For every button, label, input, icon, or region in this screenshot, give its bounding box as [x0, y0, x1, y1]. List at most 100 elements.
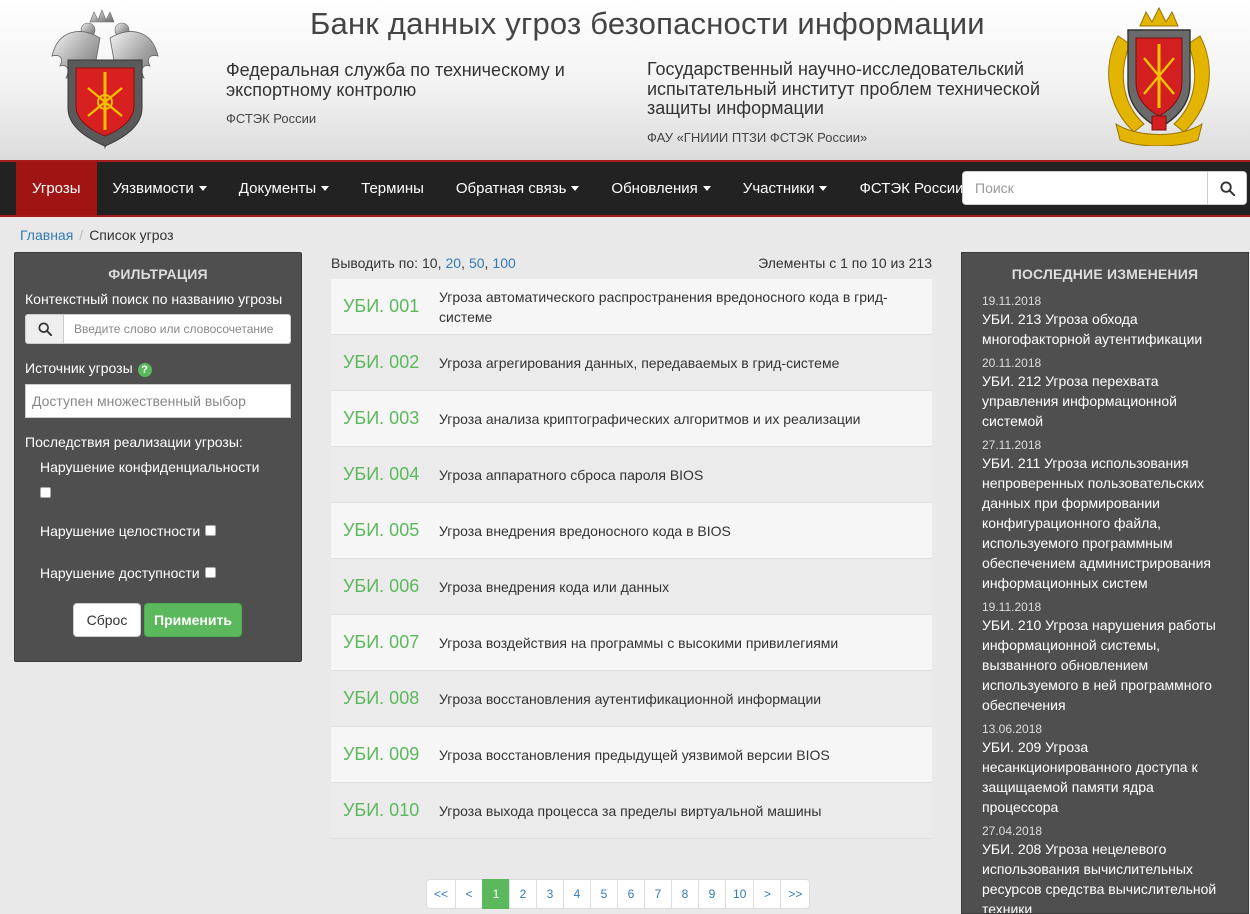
- change-date: 20.11.2018: [982, 356, 1042, 370]
- threat-id-link[interactable]: УБИ. 005: [331, 520, 439, 541]
- per-page-comma: ,: [461, 255, 465, 271]
- page-button[interactable]: >>: [780, 879, 811, 909]
- context-search-label: Контекстный поиск по названию угрозы: [25, 291, 283, 307]
- threat-row[interactable]: УБИ. 001 Угроза автоматического распростр…: [331, 279, 932, 335]
- fstek-short-name: ФСТЭК России: [226, 111, 317, 126]
- integrity-checkbox[interactable]: [205, 525, 216, 536]
- availability-checkbox-label[interactable]: Нарушение доступности: [40, 565, 200, 581]
- threat-row[interactable]: УБИ. 003 Угроза анализа криптографических…: [331, 391, 932, 447]
- nav-list: Угрозы Уязвимости Документы Термины Обратная…: [16, 162, 980, 215]
- filter-panel-title: ФИЛЬТРАЦИЯ: [108, 266, 208, 282]
- threat-id-link[interactable]: УБИ. 009: [331, 744, 439, 765]
- integrity-checkbox-label[interactable]: Нарушение целостности: [40, 523, 200, 539]
- change-date: 19.11.2018: [982, 294, 1042, 308]
- change-date: 13.06.2018: [982, 722, 1043, 736]
- page-button[interactable]: 8: [671, 879, 700, 909]
- nav-item-label: Участники: [742, 180, 815, 197]
- recent-changes-title: ПОСЛЕДНИЕ ИЗМЕНЕНИЯ: [1011, 266, 1199, 282]
- threat-name: Угроза выхода процесса за пределы виртуа…: [439, 802, 822, 819]
- threat-row[interactable]: УБИ. 008 Угроза восстановления аутентифик…: [331, 671, 932, 727]
- threat-id-link[interactable]: УБИ. 001: [331, 296, 439, 317]
- nav-item-7[interactable]: ФСТЭК России: [843, 162, 979, 215]
- change-link[interactable]: УБИ. 212 Угроза перехвата управления инф…: [982, 371, 1232, 431]
- items-count: Элементы с 1 по 10 из 213: [758, 255, 932, 271]
- nav-item-label: Документы: [238, 180, 317, 197]
- nav-item-5[interactable]: Обновления: [595, 162, 726, 215]
- per-page-option-50[interactable]: 50: [469, 255, 485, 271]
- page-button[interactable]: 2: [509, 879, 538, 909]
- nav-search-input[interactable]: [962, 171, 1208, 205]
- confidentiality-checkbox-label[interactable]: Нарушение конфиденциальности: [40, 459, 259, 475]
- breadcrumb: Главная / Список угроз: [20, 227, 174, 243]
- threat-name: Угроза внедрения вредоносного кода в BIO…: [439, 522, 731, 539]
- threat-name: Угроза внедрения кода или данных: [439, 578, 670, 595]
- threat-row[interactable]: УБИ. 006 Угроза внедрения кода или данных: [331, 559, 932, 615]
- nav-item-6[interactable]: Участники: [727, 162, 844, 215]
- page-button[interactable]: <<: [426, 879, 457, 909]
- page-button[interactable]: 10: [725, 879, 755, 909]
- nav-item-2[interactable]: Документы: [223, 162, 345, 215]
- change-entry: 13.06.2018 УБИ. 209 Угроза несанкциониров…: [982, 721, 1232, 817]
- threat-id-link[interactable]: УБИ. 003: [331, 408, 439, 429]
- threat-row[interactable]: УБИ. 005 Угроза внедрения вредоносного ко…: [331, 503, 932, 559]
- fstek-org-name: Федеральная служба по техническому и экс…: [226, 60, 565, 100]
- breadcrumb-home-link[interactable]: Главная: [20, 227, 73, 243]
- page-button[interactable]: 3: [536, 879, 565, 909]
- search-icon: [37, 322, 52, 336]
- threat-id-link[interactable]: УБИ. 008: [331, 688, 439, 709]
- search-icon: [1219, 180, 1235, 196]
- context-search-input[interactable]: [64, 314, 291, 344]
- change-link[interactable]: УБИ. 211 Угроза использования непроверен…: [982, 453, 1232, 593]
- nav-search-button[interactable]: [1208, 171, 1247, 205]
- page-button[interactable]: 1: [482, 879, 511, 909]
- page-button[interactable]: 4: [563, 879, 592, 909]
- nav-item-label: Уязвимости: [112, 180, 194, 197]
- pagination: << <1 2 3 4 5 6 7 8 9 10 > >>: [426, 879, 811, 909]
- reset-button[interactable]: Сброс: [73, 603, 141, 637]
- confidentiality-checkbox[interactable]: [40, 487, 51, 498]
- nav-item-0[interactable]: Угрозы: [16, 162, 97, 215]
- site-title: Банк данных угроз безопасности информаци…: [310, 6, 985, 41]
- change-link[interactable]: УБИ. 209 Угроза несанкционированного дос…: [982, 737, 1232, 817]
- threat-id-link[interactable]: УБИ. 007: [331, 632, 439, 653]
- threat-row[interactable]: УБИ. 004 Угроза аппаратного сброса пароля…: [331, 447, 932, 503]
- change-link[interactable]: УБИ. 213 Угроза обхода многофакторной ау…: [982, 309, 1232, 349]
- nav-item-3[interactable]: Термины: [345, 162, 440, 215]
- context-search: [25, 314, 291, 344]
- nav-item-4[interactable]: Обратная связь: [440, 162, 596, 215]
- page-button[interactable]: <: [455, 879, 484, 909]
- change-entry: 19.11.2018 УБИ. 210 Угроза нарушения рабо…: [982, 599, 1232, 715]
- apply-button[interactable]: Применить: [144, 603, 242, 637]
- page-button[interactable]: 9: [698, 879, 727, 909]
- availability-checkbox[interactable]: [205, 567, 216, 578]
- change-entry: 27.04.2018 УБИ. 208 Угроза нецелевого исп…: [982, 823, 1232, 913]
- nav-item-1[interactable]: Уязвимости: [97, 162, 223, 215]
- change-link[interactable]: УБИ. 208 Угроза нецелевого использования…: [982, 839, 1232, 913]
- threat-row[interactable]: УБИ. 002 Угроза агрегирования данных, пер…: [331, 335, 932, 391]
- threat-id-link[interactable]: УБИ. 006: [331, 576, 439, 597]
- threat-id-link[interactable]: УБИ. 004: [331, 464, 439, 485]
- nav-item-label: Термины: [361, 180, 424, 197]
- threat-id-link[interactable]: УБИ. 002: [331, 352, 439, 373]
- page-button[interactable]: 5: [590, 879, 619, 909]
- per-page-selector: Выводить по: 10, 20, 50, 100: [331, 255, 516, 271]
- threat-row[interactable]: УБИ. 007 Угроза воздействия на программы …: [331, 615, 932, 671]
- site-header: Банк данных угроз безопасности информаци…: [0, 0, 1250, 160]
- per-page-option-20[interactable]: 20: [445, 255, 461, 271]
- threat-id-link[interactable]: УБИ. 010: [331, 800, 439, 821]
- threat-row[interactable]: УБИ. 010 Угроза выхода процесса за предел…: [331, 783, 932, 839]
- page-button[interactable]: 6: [617, 879, 646, 909]
- threat-row[interactable]: УБИ. 009 Угроза восстановления предыдущей…: [331, 727, 932, 783]
- help-icon[interactable]: ?: [137, 363, 152, 377]
- breadcrumb-current: Список угроз: [89, 227, 174, 243]
- threat-source-select[interactable]: Доступен множественный выбор: [25, 384, 291, 418]
- consequences-label: Последствия реализации угрозы:: [25, 434, 243, 450]
- change-date: 19.11.2018: [982, 600, 1042, 614]
- page-button[interactable]: 7: [644, 879, 673, 909]
- per-page-option-100[interactable]: 100: [492, 255, 515, 271]
- nav-item-label: Обратная связь: [455, 180, 567, 197]
- change-link[interactable]: УБИ. 210 Угроза нарушения работы информа…: [982, 615, 1232, 715]
- caret-down-icon: [571, 186, 580, 191]
- page-button[interactable]: >: [753, 879, 782, 909]
- change-date: 27.04.2018: [982, 824, 1043, 838]
